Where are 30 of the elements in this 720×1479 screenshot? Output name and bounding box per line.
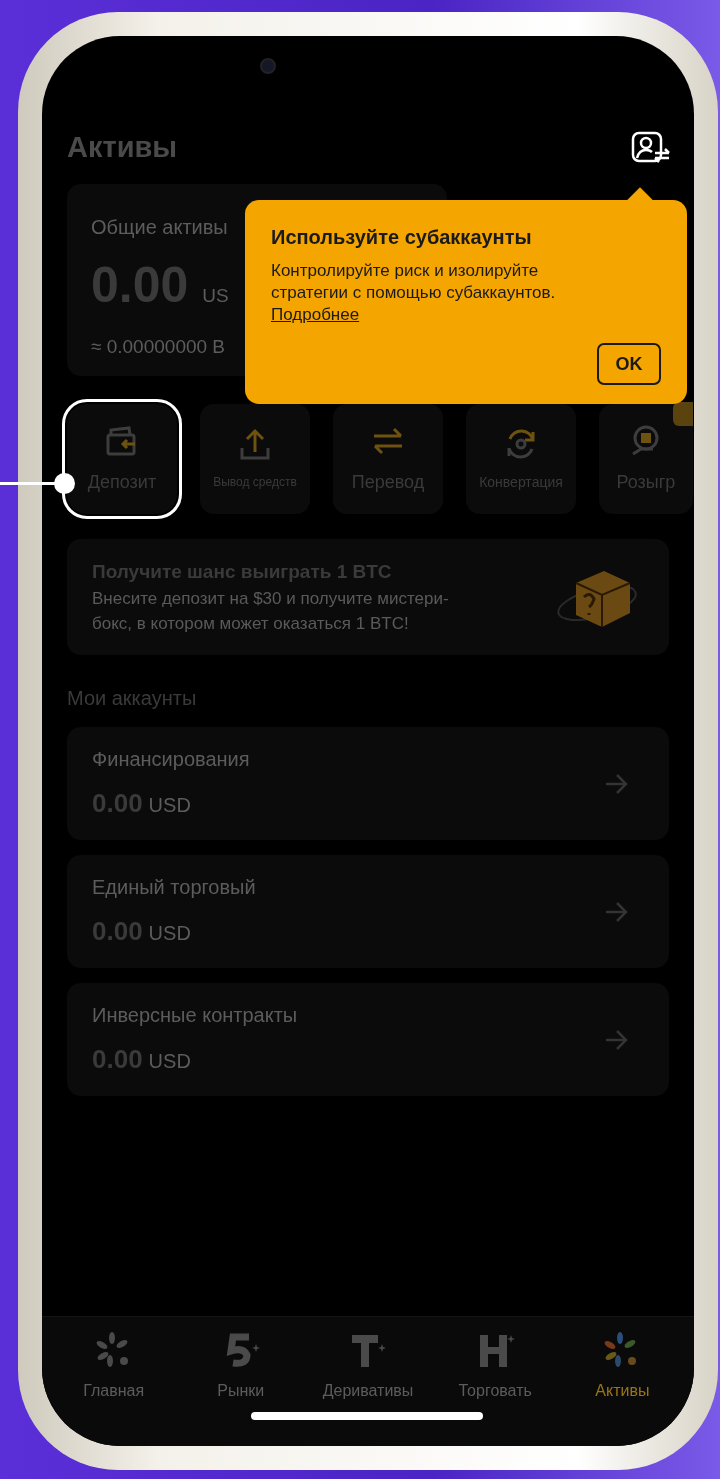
btc-equivalent: ≈ 0.00000000 B [91,334,226,359]
currency-label: USD [148,793,191,818]
section-heading: Мои аккаунты [67,686,198,711]
nav-tab[interactable]: Деривативы [304,1331,432,1403]
arrow-right-icon [604,900,628,923]
currency-label: USD [148,921,191,946]
currency-label: US [202,284,229,308]
arrow-right-icon [604,772,628,795]
nav-tab[interactable]: Рынки [177,1331,305,1403]
nav-tab[interactable]: Торговать [431,1331,559,1403]
promo-text: Внесите депозит на $30 и получите мистери-бокс, в котором может оказаться 1 BTC! [92,588,450,636]
tooltip-title: Используйте субаккаунты [271,225,533,250]
account-name: Единый торговый [92,875,257,900]
upload-icon [238,428,272,462]
camera-drawing [260,58,276,74]
page-title: Активы [67,130,178,166]
transfer-arrows-icon [371,425,405,456]
currency-label: USD [148,1049,191,1074]
account-name: Финансирования [92,747,251,772]
subaccount-switch-icon[interactable] [631,131,671,165]
more-link[interactable]: Подробнее [271,304,360,326]
arrow-right-icon [604,1028,628,1051]
tooltip-text: Контролируйте риск и изолируйте стратегии с помощью субаккаунтов. [271,260,557,304]
nav-tab[interactable]: Активы [558,1331,686,1403]
summary-label: Общие активы [91,215,228,240]
nav-tab[interactable]: Главная [50,1331,178,1403]
account-name: Инверсные контракты [92,1003,299,1028]
badge [673,402,693,426]
wallet-icon [105,425,139,456]
ok-button[interactable]: OK [597,343,661,385]
